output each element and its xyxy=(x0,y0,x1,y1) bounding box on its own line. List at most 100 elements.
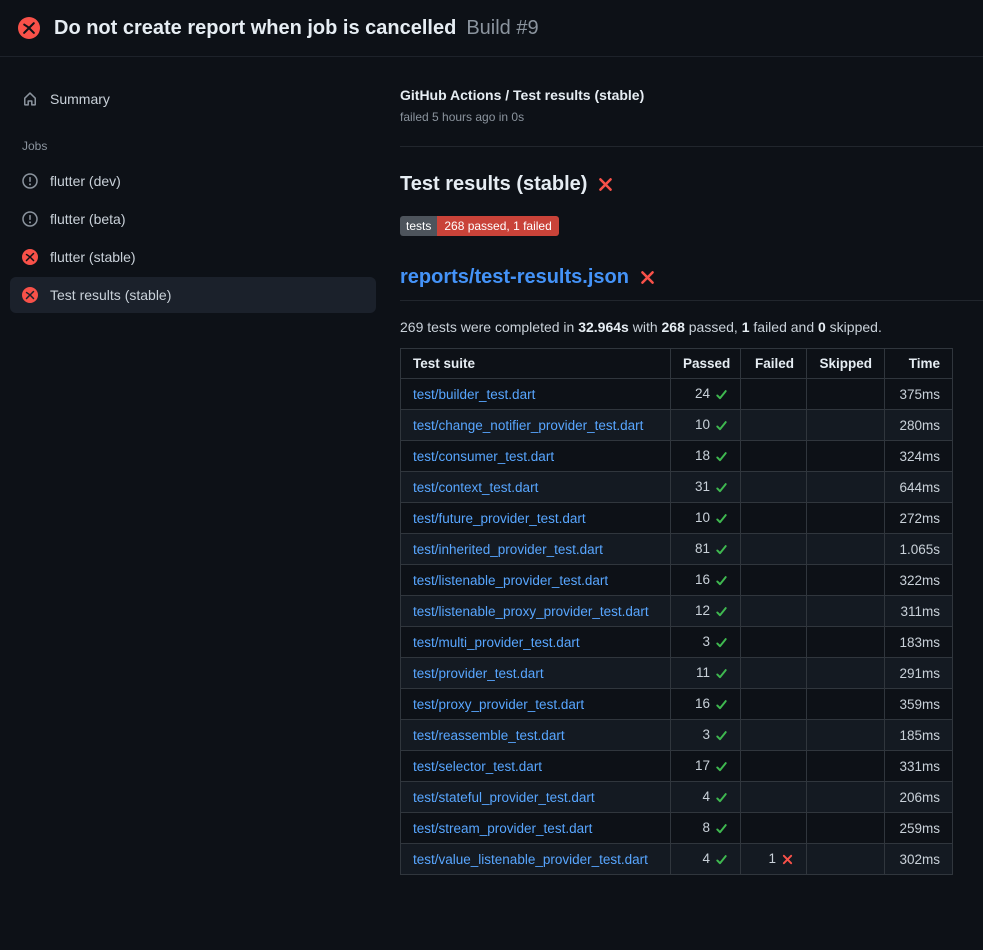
suite-cell: test/inherited_provider_test.dart xyxy=(401,534,671,565)
tests-badge: tests 268 passed, 1 failed xyxy=(400,216,559,236)
sidebar: Summary Jobs flutter (dev) flutter (beta… xyxy=(0,57,392,315)
table-header-row: Test suite Passed Failed Skipped Time xyxy=(401,349,953,379)
skipped-cell xyxy=(807,410,885,441)
passed-cell: 11 xyxy=(671,658,741,689)
col-header-time: Time xyxy=(885,349,953,379)
suite-cell: test/change_notifier_provider_test.dart xyxy=(401,410,671,441)
check-icon xyxy=(715,636,728,649)
suite-cell: test/consumer_test.dart xyxy=(401,441,671,472)
skipped-cell xyxy=(807,627,885,658)
suite-cell: test/value_listenable_provider_test.dart xyxy=(401,844,671,875)
check-icon xyxy=(715,543,728,556)
table-row: test/multi_provider_test.dart 3 183ms xyxy=(401,627,953,658)
failed-cell xyxy=(741,813,807,844)
badge-label: tests xyxy=(400,216,437,236)
suite-link[interactable]: test/multi_provider_test.dart xyxy=(413,635,580,650)
summary-passed: 268 xyxy=(662,319,685,335)
table-row: test/proxy_provider_test.dart 16 359ms xyxy=(401,689,953,720)
suite-cell: test/provider_test.dart xyxy=(401,658,671,689)
failed-cell xyxy=(741,410,807,441)
passed-cell: 16 xyxy=(671,565,741,596)
time-cell: 302ms xyxy=(885,844,953,875)
job-label: flutter (beta) xyxy=(50,211,125,227)
failed-status-icon xyxy=(22,249,38,265)
suite-link[interactable]: test/value_listenable_provider_test.dart xyxy=(413,852,648,867)
col-header-skipped: Skipped xyxy=(807,349,885,379)
suite-cell: test/builder_test.dart xyxy=(401,379,671,410)
table-row: test/reassemble_test.dart 3 185ms xyxy=(401,720,953,751)
sidebar-item-flutter-beta[interactable]: flutter (beta) xyxy=(10,201,376,237)
skipped-cell xyxy=(807,472,885,503)
sidebar-item-flutter-stable[interactable]: flutter (stable) xyxy=(10,239,376,275)
check-icon xyxy=(715,822,728,835)
passed-cell: 8 xyxy=(671,813,741,844)
suite-cell: test/context_test.dart xyxy=(401,472,671,503)
skipped-cell xyxy=(807,782,885,813)
failed-cell xyxy=(741,441,807,472)
suite-link[interactable]: test/consumer_test.dart xyxy=(413,449,554,464)
sidebar-item-test-results-stable[interactable]: Test results (stable) xyxy=(10,277,376,313)
summary-duration: 32.964s xyxy=(578,319,629,335)
time-cell: 272ms xyxy=(885,503,953,534)
suite-link[interactable]: test/future_provider_test.dart xyxy=(413,511,586,526)
sidebar-item-flutter-dev[interactable]: flutter (dev) xyxy=(10,163,376,199)
run-meta: failed 5 hours ago in 0s xyxy=(400,110,952,124)
failed-cell xyxy=(741,751,807,782)
time-cell: 291ms xyxy=(885,658,953,689)
suite-link[interactable]: test/provider_test.dart xyxy=(413,666,544,681)
suite-cell: test/proxy_provider_test.dart xyxy=(401,689,671,720)
suite-link[interactable]: test/proxy_provider_test.dart xyxy=(413,697,584,712)
suite-cell: test/stateful_provider_test.dart xyxy=(401,782,671,813)
suite-link[interactable]: test/builder_test.dart xyxy=(413,387,535,402)
check-icon xyxy=(715,791,728,804)
suite-link[interactable]: test/listenable_provider_test.dart xyxy=(413,573,608,588)
check-icon xyxy=(715,481,728,494)
table-row: test/consumer_test.dart 18 324ms xyxy=(401,441,953,472)
time-cell: 1.065s xyxy=(885,534,953,565)
table-row: test/builder_test.dart 24 375ms xyxy=(401,379,953,410)
suite-link[interactable]: test/inherited_provider_test.dart xyxy=(413,542,603,557)
time-cell: 359ms xyxy=(885,689,953,720)
jobs-heading: Jobs xyxy=(22,139,376,153)
time-cell: 280ms xyxy=(885,410,953,441)
suite-link[interactable]: test/reassemble_test.dart xyxy=(413,728,565,743)
suite-link[interactable]: test/change_notifier_provider_test.dart xyxy=(413,418,643,433)
passed-cell: 18 xyxy=(671,441,741,472)
skipped-cell xyxy=(807,720,885,751)
suite-cell: test/listenable_provider_test.dart xyxy=(401,565,671,596)
skipped-cell xyxy=(807,813,885,844)
failed-cell xyxy=(741,534,807,565)
suite-link[interactable]: test/listenable_proxy_provider_test.dart xyxy=(413,604,649,619)
report-file-link[interactable]: reports/test-results.json xyxy=(400,266,629,289)
sidebar-item-summary[interactable]: Summary xyxy=(10,81,376,117)
suite-link[interactable]: test/stream_provider_test.dart xyxy=(413,821,592,836)
suite-link[interactable]: test/stateful_provider_test.dart xyxy=(413,790,595,805)
summary-line: 269 tests were completed in 32.964s with… xyxy=(400,319,952,335)
skipped-cell xyxy=(807,534,885,565)
suite-link[interactable]: test/selector_test.dart xyxy=(413,759,542,774)
passed-cell: 16 xyxy=(671,689,741,720)
suite-link[interactable]: test/context_test.dart xyxy=(413,480,538,495)
sidebar-summary-label: Summary xyxy=(50,91,110,107)
table-row: test/listenable_provider_test.dart 16 32… xyxy=(401,565,953,596)
summary-failed: 1 xyxy=(742,319,750,335)
col-header-test-suite: Test suite xyxy=(401,349,671,379)
neutral-status-icon xyxy=(22,211,38,227)
time-cell: 259ms xyxy=(885,813,953,844)
skipped-cell xyxy=(807,844,885,875)
failed-cell xyxy=(741,689,807,720)
passed-cell: 81 xyxy=(671,534,741,565)
failed-cell xyxy=(741,379,807,410)
table-row: test/selector_test.dart 17 331ms xyxy=(401,751,953,782)
table-row: test/context_test.dart 31 644ms xyxy=(401,472,953,503)
time-cell: 311ms xyxy=(885,596,953,627)
table-row: test/future_provider_test.dart 10 272ms xyxy=(401,503,953,534)
job-label: flutter (dev) xyxy=(50,173,121,189)
failed-cell xyxy=(741,503,807,534)
check-icon xyxy=(715,760,728,773)
job-label: flutter (stable) xyxy=(50,249,136,265)
skipped-cell xyxy=(807,596,885,627)
passed-cell: 10 xyxy=(671,503,741,534)
table-row: test/provider_test.dart 11 291ms xyxy=(401,658,953,689)
failed-cell xyxy=(741,720,807,751)
